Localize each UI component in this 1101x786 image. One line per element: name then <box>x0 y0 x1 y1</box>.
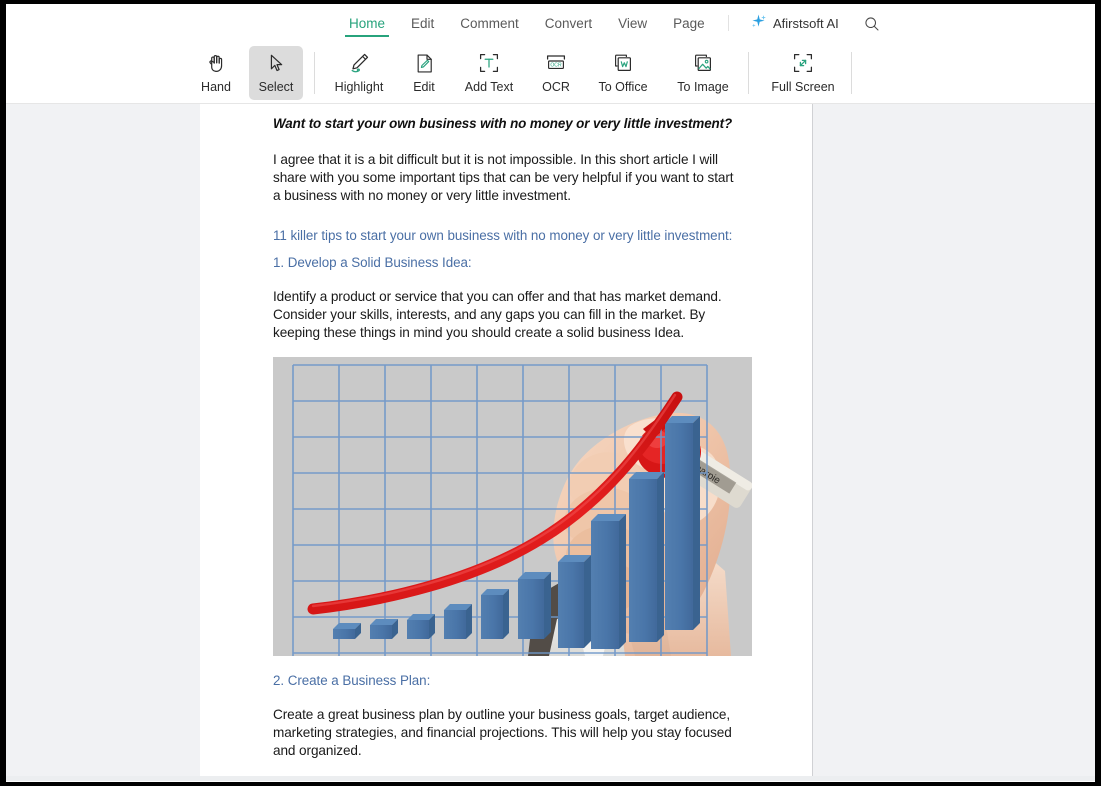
tab-list: Home Edit Comment Convert View Page <box>336 4 718 42</box>
document-content: Want to start your own business with no … <box>273 114 752 760</box>
tool-to-image[interactable]: To Image <box>669 46 737 100</box>
tab-edit-label: Edit <box>411 15 435 31</box>
tool-edit[interactable]: Edit <box>402 46 446 100</box>
document-blue-heading-1: 11 killer tips to start your own busines… <box>273 228 733 244</box>
tab-view-label: View <box>618 15 648 31</box>
tool-hand[interactable]: Hand <box>189 46 243 100</box>
to-office-icon <box>611 50 635 76</box>
search-icon[interactable] <box>864 16 880 32</box>
hand-icon <box>205 50 228 76</box>
tool-full-screen[interactable]: Full Screen <box>763 46 843 100</box>
tool-to-image-label: To Image <box>677 80 729 94</box>
tab-page[interactable]: Page <box>660 4 718 42</box>
tab-bar: Home Edit Comment Convert View Page Afir… <box>6 4 1095 42</box>
svg-text:OCR: OCR <box>550 63 562 69</box>
tab-edit[interactable]: Edit <box>398 4 447 42</box>
tab-comment[interactable]: Comment <box>447 4 532 42</box>
embedded-growth-chart-image[interactable]: Sharpie <box>273 357 752 657</box>
tool-ocr[interactable]: OCR OCR <box>533 46 579 100</box>
document-blue-subheading-2: 2. Create a Business Plan: <box>273 673 431 689</box>
ribbon-divider-1 <box>314 52 315 94</box>
tool-full-screen-label: Full Screen <box>771 80 835 94</box>
tool-highlight[interactable]: Highlight <box>324 46 394 100</box>
tool-select-label: Select <box>258 80 294 94</box>
ribbon-toolbar: Hand Select Highlight Edit Add Text OCR … <box>6 42 1095 104</box>
application-window: Home Edit Comment Convert View Page Afir… <box>6 4 1095 782</box>
tab-home[interactable]: Home <box>336 4 398 42</box>
to-image-icon <box>691 50 715 76</box>
document-blue-subheading-1: 1. Develop a Solid Business Idea: <box>273 255 472 271</box>
afirstsoft-ai-button[interactable]: Afirstsoft AI <box>750 13 839 34</box>
tool-to-office-label: To Office <box>598 80 648 94</box>
fullscreen-icon <box>791 50 815 76</box>
tool-ocr-label: OCR <box>542 80 570 94</box>
tool-edit-label: Edit <box>413 80 435 94</box>
tab-convert[interactable]: Convert <box>532 4 605 42</box>
tool-add-text[interactable]: Add Text <box>454 46 524 100</box>
cursor-arrow-icon <box>265 50 287 76</box>
tool-highlight-label: Highlight <box>334 80 384 94</box>
tab-page-label: Page <box>673 15 705 31</box>
tool-add-text-label: Add Text <box>464 80 514 94</box>
document-workspace[interactable]: Want to start your own business with no … <box>6 104 1095 781</box>
edit-page-icon <box>413 50 436 76</box>
tool-hand-label: Hand <box>201 80 231 94</box>
tab-convert-label: Convert <box>544 15 593 31</box>
document-body-paragraph-2: Create a great business plan by outline … <box>273 707 732 759</box>
sparkle-icon <box>750 13 767 35</box>
document-heading: Want to start your own business with no … <box>273 116 733 131</box>
pdf-page[interactable]: Want to start your own business with no … <box>200 104 813 776</box>
tab-comment-label: Comment <box>460 15 519 31</box>
tab-home-label: Home <box>349 15 386 31</box>
add-text-icon <box>477 50 501 76</box>
ocr-icon: OCR <box>544 50 568 76</box>
tab-bar-divider <box>728 15 729 31</box>
afirstsoft-ai-label: Afirstsoft AI <box>773 16 839 31</box>
ribbon-divider-2 <box>748 52 749 94</box>
tool-to-office[interactable]: To Office <box>589 46 657 100</box>
document-body-paragraph-1: Identify a product or service that you c… <box>273 289 722 341</box>
tab-view[interactable]: View <box>605 4 660 42</box>
status-strip <box>6 776 1095 781</box>
ribbon-divider-3 <box>851 52 852 94</box>
highlighter-icon <box>347 50 371 76</box>
document-intro-paragraph: I agree that it is a bit difficult but i… <box>273 152 734 204</box>
tool-select[interactable]: Select <box>249 46 303 100</box>
